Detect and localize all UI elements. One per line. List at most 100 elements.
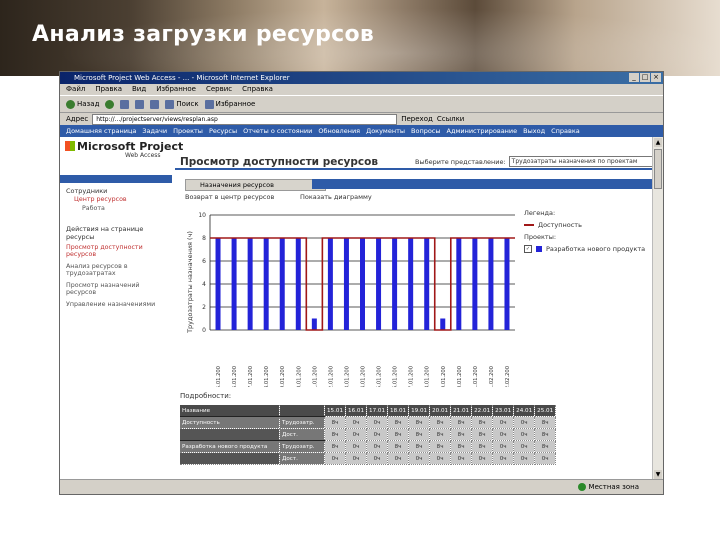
- scroll-down-icon[interactable]: ▼: [654, 470, 662, 479]
- go-button[interactable]: Переход: [401, 115, 433, 123]
- stop-button[interactable]: [120, 99, 130, 109]
- grid-cell[interactable]: 0ч: [366, 440, 389, 453]
- grid-cell[interactable]: 8ч: [534, 440, 557, 453]
- grid-cell[interactable]: 8ч: [471, 440, 494, 453]
- grid-cell[interactable]: 8ч: [450, 416, 473, 429]
- back-button[interactable]: Назад: [66, 99, 99, 109]
- grid-cell[interactable]: 8ч: [408, 428, 431, 441]
- grid-cell[interactable]: 0ч: [513, 428, 536, 441]
- sidebar-link-manage[interactable]: Управление назначениями: [66, 301, 166, 308]
- table-row[interactable]: Дост. 8ч 0ч 0ч 8ч 8ч 8ч 8ч 8ч 0ч 0ч 8ч: [180, 428, 557, 441]
- grid-cell[interactable]: 0ч: [492, 452, 515, 465]
- grid-cell[interactable]: 8ч: [429, 416, 452, 429]
- view-select[interactable]: Трудозатраты назначения по проектам: [508, 156, 653, 167]
- grid-cell[interactable]: 8ч: [324, 416, 347, 429]
- nav-updates[interactable]: Обновления: [318, 127, 360, 135]
- grid-cell[interactable]: 8ч: [534, 416, 557, 429]
- grid-cell[interactable]: 8ч: [450, 440, 473, 453]
- scroll-up-icon[interactable]: ▲: [654, 138, 662, 147]
- grid-cell[interactable]: 0ч: [366, 428, 389, 441]
- nav-admin[interactable]: Администрирование: [447, 127, 518, 135]
- nav-logout[interactable]: Выход: [523, 127, 545, 135]
- slide-title: Анализ загрузки ресурсов: [32, 22, 375, 47]
- grid-cell[interactable]: 8ч: [471, 428, 494, 441]
- checkbox-icon[interactable]: ✓: [524, 245, 532, 253]
- legend-project-item[interactable]: ✓ Разработка нового продукта: [524, 245, 653, 253]
- grid-cell[interactable]: 0ч: [492, 440, 515, 453]
- page-content: Microsoft Project Web Access Просмотр дос…: [60, 137, 653, 480]
- tab-strip: [312, 179, 653, 189]
- vertical-scrollbar[interactable]: ▲ ▼: [652, 137, 663, 480]
- nav-tasks[interactable]: Задачи: [142, 127, 167, 135]
- sidebar-link-work[interactable]: Работа: [82, 205, 105, 212]
- grid-cell[interactable]: 0ч: [345, 416, 368, 429]
- sidebar-link-assignments[interactable]: Просмотр назначений ресурсов: [66, 282, 166, 296]
- search-button[interactable]: Поиск: [165, 99, 199, 109]
- grid-cell[interactable]: 0ч: [471, 452, 494, 465]
- grid-cell[interactable]: 0ч: [408, 452, 431, 465]
- nav-projects[interactable]: Проекты: [173, 127, 203, 135]
- grid-cell[interactable]: 8ч: [450, 428, 473, 441]
- menu-edit[interactable]: Правка: [95, 84, 122, 95]
- chart-bar: [440, 318, 446, 330]
- tab-resource-assignments[interactable]: Назначения ресурсов: [185, 179, 326, 191]
- grid-cell[interactable]: 0ч: [513, 416, 536, 429]
- nav-issues[interactable]: Вопросы: [411, 127, 441, 135]
- grid-cell[interactable]: 0ч: [366, 452, 389, 465]
- grid-cell[interactable]: 0ч: [345, 452, 368, 465]
- grid-cell[interactable]: 8ч: [387, 440, 410, 453]
- grid-cell[interactable]: 0ч: [513, 440, 536, 453]
- grid-cell[interactable]: 0ч: [534, 452, 557, 465]
- nav-documents[interactable]: Документы: [366, 127, 405, 135]
- favorites-button[interactable]: Избранное: [204, 99, 255, 109]
- grid-cell[interactable]: 8ч: [324, 440, 347, 453]
- grid-cell[interactable]: 0ч: [387, 452, 410, 465]
- table-row[interactable]: Разработка нового продукта Трудозатр. 8ч…: [180, 440, 557, 453]
- grid-cell[interactable]: 8ч: [408, 440, 431, 453]
- grid-cell[interactable]: 8ч: [387, 428, 410, 441]
- grid-cell[interactable]: 0ч: [492, 416, 515, 429]
- grid-cell[interactable]: 8ч: [387, 416, 410, 429]
- nav-status-reports[interactable]: Отчеты о состоянии: [243, 127, 312, 135]
- grid-cell[interactable]: 0ч: [366, 416, 389, 429]
- grid-cell[interactable]: 0ч: [345, 440, 368, 453]
- menu-file[interactable]: Файл: [66, 84, 85, 95]
- nav-help[interactable]: Справка: [551, 127, 580, 135]
- grid-cell[interactable]: 0ч: [513, 452, 536, 465]
- grid-cell[interactable]: 8ч: [408, 416, 431, 429]
- nav-home[interactable]: Домашняя страница: [66, 127, 136, 135]
- grid-cell[interactable]: 0ч: [345, 428, 368, 441]
- show-chart-link[interactable]: Показать диаграмму: [300, 192, 372, 203]
- minimize-icon[interactable]: _: [629, 73, 639, 82]
- grid-cell[interactable]: 8ч: [471, 416, 494, 429]
- address-input[interactable]: http://.../projectserver/views/resplan.a…: [92, 113, 398, 125]
- grid-cell[interactable]: 0ч: [429, 452, 452, 465]
- grid-cell[interactable]: 8ч: [429, 440, 452, 453]
- grid-cell[interactable]: 8ч: [429, 428, 452, 441]
- sidebar-link-analyze[interactable]: Анализ ресурсов в трудозатратах: [66, 263, 166, 277]
- x-tick-label: 25.01.200: [377, 366, 383, 387]
- menu-favorites[interactable]: Избранное: [156, 84, 196, 95]
- grid-cell[interactable]: 0ч: [324, 452, 347, 465]
- links-label[interactable]: Ссылки: [437, 115, 465, 123]
- table-row[interactable]: Дост. 0ч 0ч 0ч 0ч 0ч 0ч 0ч 0ч 0ч 0ч 0ч: [180, 452, 557, 465]
- grid-cell[interactable]: 0ч: [492, 428, 515, 441]
- menu-tools[interactable]: Сервис: [206, 84, 232, 95]
- browser-window: Microsoft Project Web Access - ... - Mic…: [59, 71, 664, 495]
- close-icon[interactable]: ×: [651, 73, 661, 82]
- home-button[interactable]: [150, 99, 160, 109]
- refresh-button[interactable]: [135, 99, 145, 109]
- grid-cell[interactable]: 8ч: [534, 428, 557, 441]
- grid-cell[interactable]: 8ч: [324, 428, 347, 441]
- menu-help[interactable]: Справка: [242, 84, 273, 95]
- table-row[interactable]: Доступность Трудозатр. 8ч 0ч 0ч 8ч 8ч 8ч…: [180, 416, 557, 429]
- nav-resources[interactable]: Ресурсы: [209, 127, 237, 135]
- grid-cell[interactable]: 0ч: [450, 452, 473, 465]
- scroll-thumb[interactable]: [654, 149, 662, 189]
- forward-button[interactable]: [105, 99, 115, 109]
- menu-view[interactable]: Вид: [132, 84, 146, 95]
- back-to-resource-center-link[interactable]: Возврат в центр ресурсов: [185, 193, 274, 201]
- sidebar-link-resource-center[interactable]: Центр ресурсов: [74, 196, 127, 203]
- sidebar-link-view-availability[interactable]: Просмотр доступности ресурсов: [66, 244, 166, 258]
- maximize-icon[interactable]: □: [640, 73, 650, 82]
